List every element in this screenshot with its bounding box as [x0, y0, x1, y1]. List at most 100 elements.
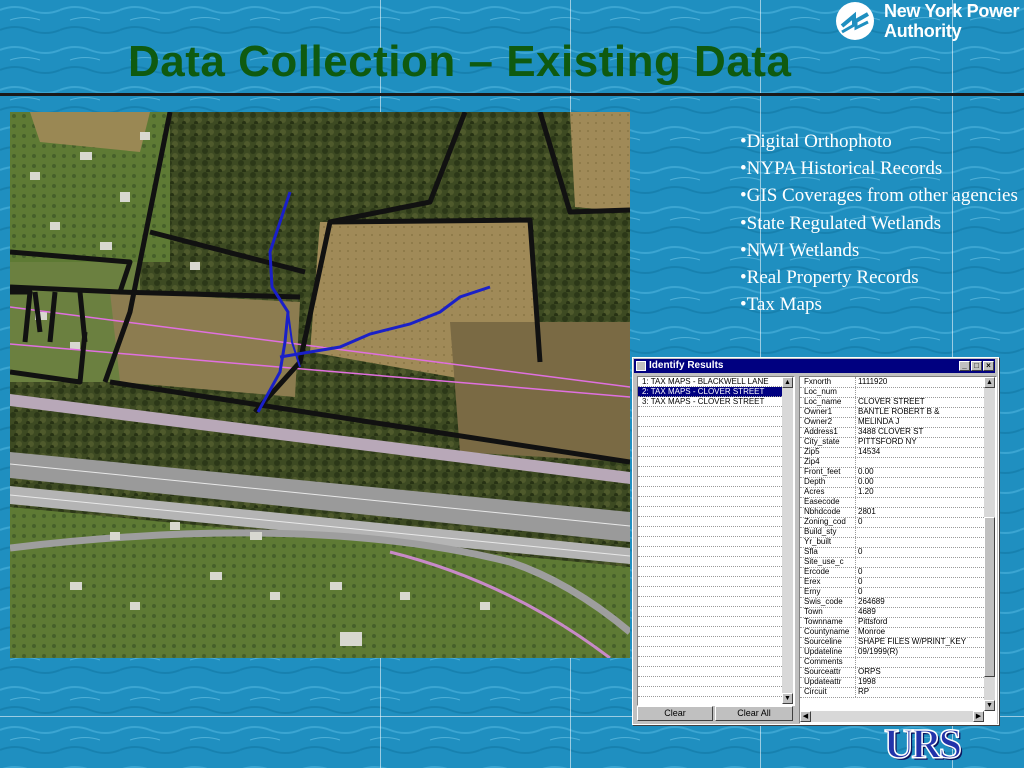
scroll-up-button[interactable]: ▲	[984, 377, 995, 388]
layer-item[interactable]: 3: TAX MAPS - CLOVER STREET	[638, 397, 782, 407]
attribute-field: Address1	[804, 427, 838, 436]
column-separator	[855, 447, 857, 457]
attribute-scrollbar[interactable]: ▲ ▼	[984, 377, 995, 711]
column-separator	[855, 407, 857, 417]
bullet-item: •NYPA Historical Records	[740, 158, 943, 180]
attribute-field: Updateattr	[804, 677, 842, 686]
attribute-field: Front_feet	[804, 467, 841, 476]
clear-button[interactable]: Clear	[637, 706, 713, 721]
empty-list-row	[638, 607, 782, 617]
column-separator	[855, 457, 857, 467]
empty-list-row	[638, 587, 782, 597]
close-button[interactable]: ×	[983, 361, 994, 371]
attribute-value: CLOVER STREET	[858, 397, 925, 406]
logo-line-2: Authority	[884, 21, 962, 41]
empty-list-row	[638, 507, 782, 517]
data-sources-list: •Digital Orthophoto •NYPA Historical Rec…	[740, 128, 1020, 318]
column-separator	[855, 627, 857, 637]
layer-list[interactable]: 1: TAX MAPS - BLACKWELL LANE 2: TAX MAPS…	[637, 376, 795, 706]
column-separator	[855, 437, 857, 447]
attribute-value: PITTSFORD NY	[858, 437, 917, 446]
column-separator	[855, 507, 857, 517]
attribute-value: 09/1999(R)	[858, 647, 899, 656]
attribute-value: 3488 CLOVER ST	[858, 427, 924, 436]
attribute-field: Nbhdcode	[804, 507, 841, 516]
attribute-hscrollbar[interactable]: ◀ ▶	[800, 711, 984, 722]
empty-list-row	[638, 617, 782, 627]
attribute-value: 2801	[858, 507, 876, 516]
attribute-value: 0.00	[858, 467, 874, 476]
attribute-field: Owner1	[804, 407, 833, 416]
attribute-value: 1.20	[858, 487, 874, 496]
empty-list-row	[638, 557, 782, 567]
attribute-value: 0	[858, 587, 863, 596]
bullet-item: •NWI Wetlands	[740, 239, 860, 261]
bullet-item: •Tax Maps	[740, 294, 822, 316]
layer-item-selected[interactable]: 2: TAX MAPS - CLOVER STREET	[638, 387, 782, 397]
scroll-down-button[interactable]: ▼	[984, 700, 995, 711]
title-divider	[0, 93, 1024, 96]
column-separator	[855, 677, 857, 687]
attribute-field: Erex	[804, 577, 821, 586]
aerial-orthophoto[interactable]	[10, 112, 630, 658]
attribute-field: Build_sty	[804, 527, 837, 536]
attribute-field: Sourceattr	[804, 667, 841, 676]
column-separator	[855, 647, 857, 657]
slide-title: Data Collection – Existing Data	[128, 37, 792, 86]
empty-list-row	[638, 447, 782, 457]
attribute-field: Loc_name	[804, 397, 842, 406]
scroll-down-button[interactable]: ▼	[782, 693, 793, 704]
attribute-field: Ercode	[804, 567, 830, 576]
attribute-field: Town	[804, 607, 823, 616]
empty-list-row	[638, 407, 782, 417]
column-separator	[855, 547, 857, 557]
empty-list-row	[638, 487, 782, 497]
attribute-value: RP	[858, 687, 870, 696]
attribute-value: 0	[858, 517, 863, 526]
attribute-value: BANTLE ROBERT B &	[858, 407, 940, 416]
column-separator	[855, 387, 857, 397]
minimize-button[interactable]: _	[959, 361, 970, 371]
column-separator	[855, 467, 857, 477]
column-separator	[855, 397, 857, 407]
attribute-field: City_state	[804, 437, 840, 446]
layer-list-scrollbar[interactable]: ▲ ▼	[782, 377, 793, 704]
column-separator	[855, 517, 857, 527]
empty-list-row	[638, 657, 782, 667]
bullet-item: •Real Property Records	[740, 267, 919, 289]
identify-results-window[interactable]: Identify Results _ □ × 1: TAX MAPS - BLA…	[632, 357, 999, 725]
empty-list-row	[638, 677, 782, 687]
window-titlebar[interactable]: Identify Results _ □ ×	[634, 359, 995, 373]
attribute-row[interactable]: Circuit RP	[800, 687, 984, 698]
attribute-value: 0.00	[858, 477, 874, 486]
attribute-value: 0	[858, 547, 863, 556]
scroll-right-button[interactable]: ▶	[973, 711, 984, 722]
column-separator	[855, 567, 857, 577]
attribute-field: Comments	[804, 657, 843, 666]
column-separator	[855, 587, 857, 597]
column-separator	[855, 657, 857, 667]
scroll-thumb[interactable]	[984, 517, 995, 677]
maximize-button[interactable]: □	[971, 361, 982, 371]
layer-item[interactable]: 1: TAX MAPS - BLACKWELL LANE	[638, 377, 782, 387]
scroll-up-button[interactable]: ▲	[782, 377, 793, 388]
attribute-value: 4689	[858, 607, 876, 616]
attribute-field: Zip5	[804, 447, 820, 456]
attribute-field: Zip4	[804, 457, 820, 466]
attribute-table[interactable]: Fxnorth 1111920 Loc_num Loc_name CLOVER STRE…	[799, 376, 997, 724]
attribute-value: SHAPE FILES W/PRINT_KEY	[858, 637, 967, 646]
attribute-field: Site_use_c	[804, 557, 844, 566]
column-separator	[855, 497, 857, 507]
column-separator	[855, 687, 857, 697]
scroll-left-button[interactable]: ◀	[800, 711, 811, 722]
clear-all-button[interactable]: Clear All	[715, 706, 793, 721]
attribute-value: Pittsford	[858, 617, 888, 626]
attribute-field: Swis_code	[804, 597, 843, 606]
attribute-field: Loc_num	[804, 387, 837, 396]
empty-list-row	[638, 467, 782, 477]
attribute-field: Updateline	[804, 647, 843, 656]
empty-list-row	[638, 577, 782, 587]
attribute-value: 1111920	[858, 377, 888, 386]
attribute-value: 14534	[858, 447, 881, 456]
bullet-item: •State Regulated Wetlands	[740, 212, 942, 234]
